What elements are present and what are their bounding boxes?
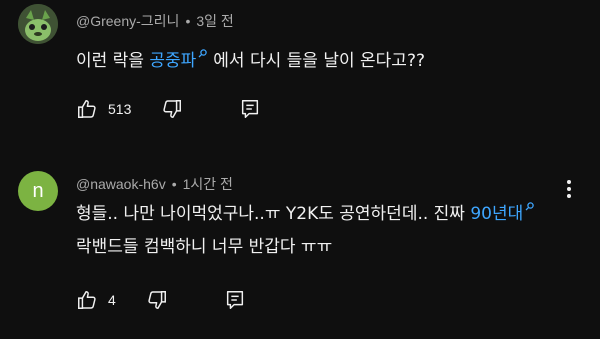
comment-actions: 4: [76, 288, 246, 312]
reply-icon[interactable]: [224, 289, 246, 311]
avatar-letter: n: [32, 179, 44, 202]
comment-text: 이런 락을 공중파 에서 다시 들을 날이 온다고??: [76, 45, 556, 78]
separator-dot: •: [171, 176, 177, 192]
avatar-image: [18, 4, 58, 44]
more-vert-icon[interactable]: [560, 177, 578, 201]
search-link[interactable]: 90년대: [470, 202, 540, 224]
avatar[interactable]: n: [18, 171, 58, 211]
reply-icon[interactable]: [239, 98, 261, 120]
search-link[interactable]: 공중파: [149, 49, 213, 71]
search-icon: [525, 202, 535, 211]
timestamp[interactable]: 1시간 전: [183, 176, 233, 192]
thumb-down-icon[interactable]: [146, 289, 168, 311]
comment-thread: @Greeny-그리니 • 3일 전 이런 락을 공중파 에서 다시 들을 날이 온다…: [0, 0, 600, 135]
like-count: 4: [108, 292, 116, 308]
avatar[interactable]: [18, 4, 58, 44]
thumb-down-icon[interactable]: [161, 98, 183, 120]
comment-text-part: 이런 락을: [76, 51, 150, 71]
thumb-up-icon[interactable]: [76, 289, 98, 311]
author-name[interactable]: @nawaok-h6v: [76, 176, 166, 192]
thumb-up-icon[interactable]: [76, 98, 98, 120]
timestamp[interactable]: 3일 전: [196, 13, 233, 29]
comment-thread: n @nawaok-h6v • 1시간 전 형들.. 나만 나이먹었구나..ㅠ Y2…: [0, 165, 600, 339]
comment-text-part: 형들.. 나만 나이먹었구나..ㅠ Y2K도 공연하던데.. 진짜: [76, 204, 471, 224]
search-link-label[interactable]: 공중파: [149, 51, 196, 71]
comment-text-part: 락밴드들 컴백하니 너무 반갑다 ㅠㅠ: [76, 237, 333, 257]
comment-text-part: 에서 다시 들을 날이 온다고??: [213, 51, 425, 71]
like-count: 513: [108, 101, 132, 117]
comment-actions: 513: [76, 97, 261, 121]
search-icon: [198, 49, 208, 58]
separator-dot: •: [185, 13, 191, 29]
search-link-label[interactable]: 90년대: [470, 204, 523, 224]
comment-header: @Greeny-그리니 • 3일 전: [76, 11, 234, 31]
comment-header: @nawaok-h6v • 1시간 전: [76, 174, 233, 194]
author-name[interactable]: @Greeny-그리니: [76, 13, 179, 29]
comment-text: 형들.. 나만 나이먹었구나..ㅠ Y2K도 공연하던데.. 진짜 90년대 락…: [76, 198, 556, 264]
